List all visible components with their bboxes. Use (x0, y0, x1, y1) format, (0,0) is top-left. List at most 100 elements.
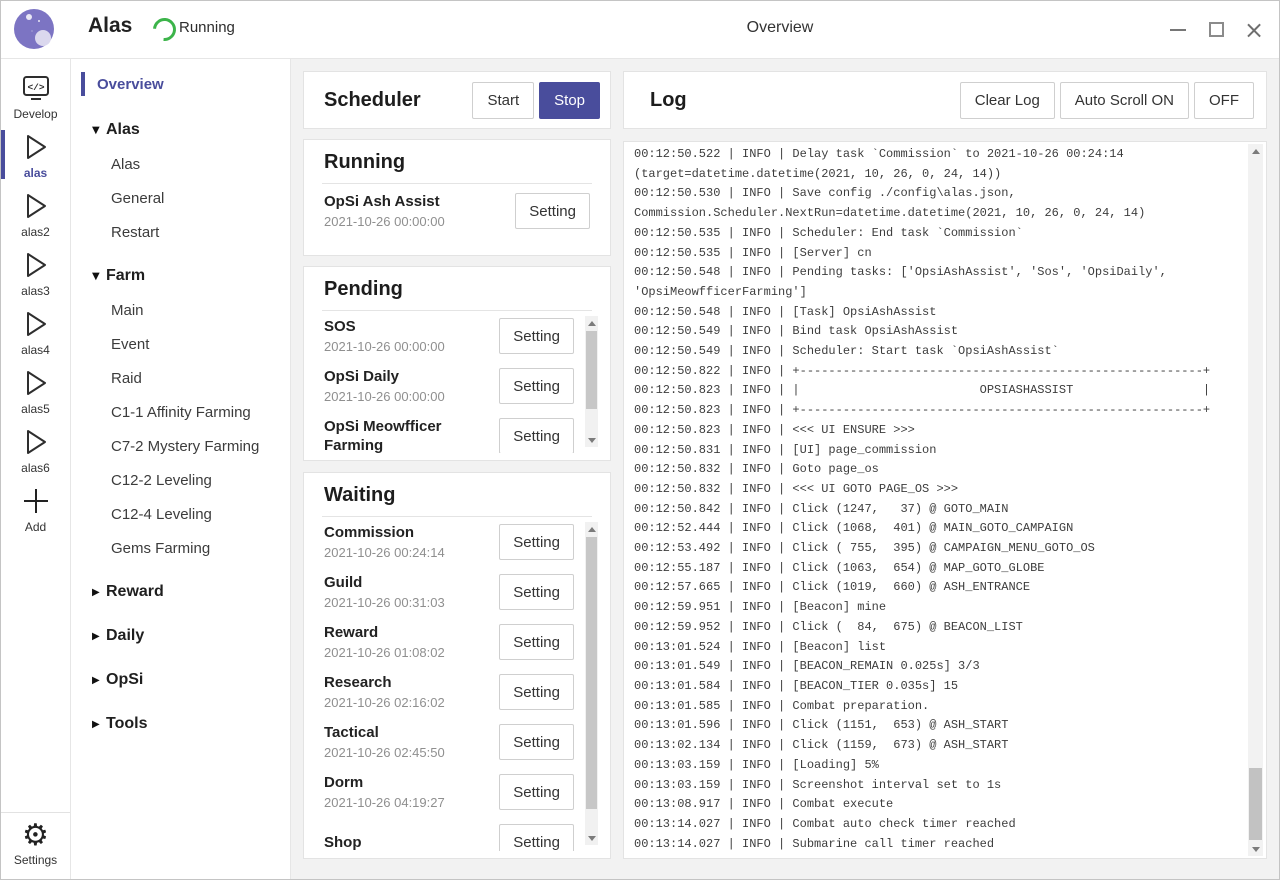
task-info: OpSi Meowfficer Farming (324, 417, 499, 453)
nav-item-event[interactable]: Event (71, 327, 290, 361)
scheduler-start-button[interactable]: Start (472, 82, 534, 119)
nav-item-c12-2-leveling[interactable]: C12-2 Leveling (71, 463, 290, 497)
rail-item-alas4[interactable]: alas4 (1, 302, 70, 361)
scrollbar-thumb[interactable] (586, 331, 597, 409)
auto-scroll-on-button[interactable]: Auto Scroll ON (1060, 82, 1189, 119)
nav-group-header-opsi[interactable]: ▶OpSi (71, 663, 290, 697)
nav-group-label: Alas (106, 121, 140, 139)
rail-item-alas6[interactable]: alas6 (1, 420, 70, 479)
code-monitor-icon: </> (21, 71, 51, 105)
scroll-down-button[interactable] (1248, 842, 1263, 856)
triangle-down-icon (588, 836, 596, 841)
scrollbar-thumb[interactable] (586, 537, 597, 809)
log-scrollbar[interactable] (1248, 144, 1263, 856)
rail-item-alas3[interactable]: alas3 (1, 243, 70, 302)
rail-item-add[interactable]: Add (1, 479, 70, 538)
waiting-task-list: Commission2021-10-26 00:24:14SettingGuil… (304, 517, 610, 851)
nav-item-restart[interactable]: Restart (71, 215, 290, 249)
task-next-run-time: 2021-10-26 02:45:50 (324, 745, 499, 761)
task-setting-button[interactable]: Setting (499, 368, 574, 404)
minimize-button[interactable] (1159, 11, 1197, 49)
clear-log-button[interactable]: Clear Log (960, 82, 1055, 119)
task-setting-button[interactable]: Setting (499, 674, 574, 710)
play-icon (22, 366, 50, 400)
maximize-button[interactable] (1197, 11, 1235, 49)
nav-group-label: Reward (106, 583, 164, 601)
pending-scrollbar[interactable] (585, 316, 598, 447)
play-icon (22, 189, 50, 223)
nav-item-general[interactable]: General (71, 181, 290, 215)
chevron-right-icon: ▶ (92, 631, 106, 642)
log-line: 00:13:01.549 | INFO | [BEACON_REMAIN 0.0… (634, 657, 1244, 677)
rail-item-develop[interactable]: </>Develop (1, 66, 70, 125)
task-next-run-time: 2021-10-26 01:08:02 (324, 645, 499, 661)
rail-item-alas[interactable]: alas (1, 125, 70, 184)
task-setting-button[interactable]: Setting (499, 418, 574, 453)
chevron-right-icon: ▶ (92, 719, 106, 730)
waiting-scrollbar[interactable] (585, 522, 598, 845)
settings-label: Settings (14, 853, 57, 867)
nav-group-header-farm[interactable]: ▼Farm (71, 259, 290, 293)
page-title: Overview (291, 19, 1269, 37)
log-line: 00:12:50.548 | INFO | Pending tasks: ['O… (634, 263, 1244, 283)
task-setting-button[interactable]: Setting (499, 524, 574, 560)
rail-item-alas2[interactable]: alas2 (1, 184, 70, 243)
log-line: 00:13:14.027 | INFO | Combat auto check … (634, 815, 1244, 835)
nav-group-reward: ▶Reward (71, 575, 290, 609)
log-line: 00:12:59.951 | INFO | [Beacon] mine (634, 598, 1244, 618)
task-setting-button[interactable]: Setting (499, 824, 574, 851)
nav-item-alas[interactable]: Alas (71, 147, 290, 181)
scroll-up-button[interactable] (585, 316, 598, 330)
rail-item-label: Add (25, 520, 46, 534)
task-setting-button[interactable]: Setting (499, 624, 574, 660)
nav-item-c12-4-leveling[interactable]: C12-4 Leveling (71, 497, 290, 531)
nav-item-c7-2-mystery-farming[interactable]: C7-2 Mystery Farming (71, 429, 290, 463)
task-info: SOS2021-10-26 00:00:00 (324, 317, 499, 355)
scroll-up-button[interactable] (1248, 144, 1263, 158)
nav-group-label: Tools (106, 715, 147, 733)
task-setting-button[interactable]: Setting (499, 724, 574, 760)
log-line: 00:13:03.159 | INFO | Screenshot interva… (634, 776, 1244, 796)
nav-item-c1-1-affinity-farming[interactable]: C1-1 Affinity Farming (71, 395, 290, 429)
nav-item-gems-farming[interactable]: Gems Farming (71, 531, 290, 565)
play-icon (22, 248, 50, 282)
log-output-panel: 00:12:50.522 | INFO | Delay task `Commis… (623, 141, 1267, 859)
nav-item-main[interactable]: Main (71, 293, 290, 327)
log-line: 00:12:50.842 | INFO | Click (1247, 37) @… (634, 500, 1244, 520)
waiting-title: Waiting (322, 473, 592, 517)
task-next-run-time: 2021-10-26 04:19:27 (324, 795, 499, 811)
scroll-down-button[interactable] (585, 831, 598, 845)
nav-group-header-daily[interactable]: ▶Daily (71, 619, 290, 653)
task-info: OpSi Ash Assist2021-10-26 00:00:00 (324, 192, 515, 230)
scheduler-stop-button[interactable]: Stop (539, 82, 600, 119)
task-setting-button[interactable]: Setting (515, 193, 590, 229)
close-button[interactable]: × (1235, 11, 1273, 49)
running-card: Running OpSi Ash Assist2021-10-26 00:00:… (303, 139, 611, 256)
log-line: 00:13:03.159 | INFO | [Loading] 5% (634, 756, 1244, 776)
task-setting-button[interactable]: Setting (499, 574, 574, 610)
log-line: 00:12:50.535 | INFO | [Server] cn (634, 244, 1244, 264)
nav-item-overview[interactable]: Overview (71, 65, 290, 103)
nav-group-header-tools[interactable]: ▶Tools (71, 707, 290, 741)
task-setting-button[interactable]: Setting (499, 318, 574, 354)
task-name: Reward (324, 623, 499, 642)
sidebar-item-settings[interactable]: ⚙ Settings (1, 812, 70, 875)
rail-item-label: alas6 (21, 461, 50, 475)
log-line: 00:12:59.952 | INFO | Click ( 84, 675) @… (634, 618, 1244, 638)
scroll-down-button[interactable] (585, 433, 598, 447)
task-name: Guild (324, 573, 499, 592)
scroll-up-button[interactable] (585, 522, 598, 536)
nav-item-raid[interactable]: Raid (71, 361, 290, 395)
auto-scroll-off-button[interactable]: OFF (1194, 82, 1254, 119)
nav-group-opsi: ▶OpSi (71, 663, 290, 697)
task-setting-button[interactable]: Setting (499, 774, 574, 810)
scheduler-title: Scheduler (324, 89, 467, 112)
nav-group-header-alas[interactable]: ▼Alas (71, 113, 290, 147)
scrollbar-thumb[interactable] (1249, 768, 1262, 840)
task-nav-panel: Overview ▼AlasAlasGeneralRestart▼FarmMai… (71, 59, 291, 879)
nav-group-header-reward[interactable]: ▶Reward (71, 575, 290, 609)
log-line: 00:12:50.832 | INFO | <<< UI GOTO PAGE_O… (634, 480, 1244, 500)
rail-item-label: alas5 (21, 402, 50, 416)
rail-item-alas5[interactable]: alas5 (1, 361, 70, 420)
gear-icon: ⚙ (22, 819, 49, 853)
